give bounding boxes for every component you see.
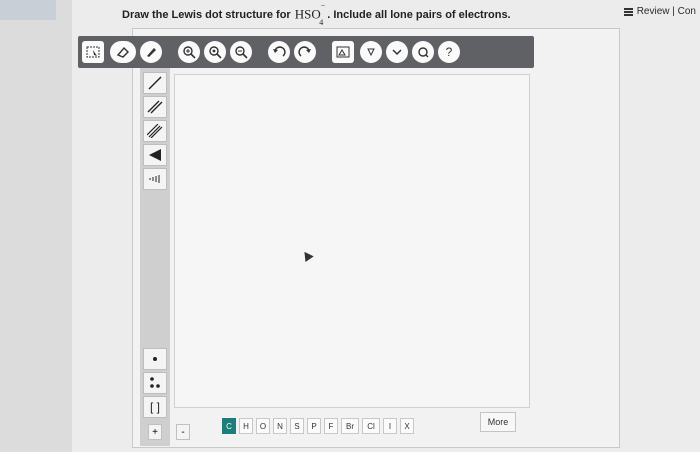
bracket-label: [ ] — [149, 400, 160, 414]
undo-icon[interactable] — [268, 41, 290, 63]
help-icon[interactable]: ? — [438, 41, 460, 63]
plus-label: + — [152, 426, 158, 438]
template-icon[interactable] — [332, 41, 354, 63]
formula-main: HSO — [294, 6, 321, 22]
triple-bond-icon[interactable] — [143, 120, 167, 142]
drawing-canvas[interactable] — [174, 74, 530, 408]
radical-icon[interactable] — [143, 348, 167, 370]
editor-toolbar: ? — [78, 36, 534, 68]
info-icon[interactable] — [360, 41, 382, 63]
formula-subscript: 4 — [319, 17, 324, 27]
atom-button-br[interactable]: Br — [341, 418, 359, 434]
redo-icon[interactable] — [294, 41, 316, 63]
zoom-fit-icon[interactable] — [178, 41, 200, 63]
wedge-bond-icon[interactable] — [143, 144, 167, 166]
question-prefix: Draw the Lewis dot structure for — [122, 8, 291, 21]
atom-button-cl[interactable]: Cl — [362, 418, 380, 434]
zoom-out-icon[interactable] — [230, 41, 252, 63]
zoom-in-icon[interactable] — [204, 41, 226, 63]
minus-charge-button[interactable]: - — [176, 424, 190, 440]
header-patch — [0, 0, 56, 20]
atom-button-n[interactable]: N — [273, 418, 287, 434]
atom-button-s[interactable]: S — [290, 418, 304, 434]
list-icon — [623, 7, 633, 16]
atom-button-x[interactable]: X — [400, 418, 414, 434]
question-text: Draw the Lewis dot structure for HSO− 4 .… — [122, 1, 511, 27]
atom-button-h[interactable]: H — [239, 418, 253, 434]
hash-bond-icon[interactable] — [143, 168, 167, 190]
question-suffix: . Include all lone pairs of electrons. — [327, 8, 511, 21]
minus-label: - — [181, 426, 185, 438]
review-label: Review | Con — [636, 6, 696, 17]
select-icon[interactable] — [82, 41, 104, 63]
eraser-icon[interactable] — [110, 41, 136, 63]
help-glyph: ? — [445, 45, 453, 59]
pencil-icon[interactable] — [140, 41, 162, 63]
lone-pair-icon[interactable] — [143, 372, 167, 394]
formula-charge: − — [320, 1, 326, 10]
clean-icon[interactable] — [412, 41, 434, 63]
atom-button-i[interactable]: I — [383, 418, 397, 434]
atom-button-o[interactable]: O — [256, 418, 270, 434]
dropdown-icon[interactable] — [386, 41, 408, 63]
atom-button-f[interactable]: F — [324, 418, 338, 434]
more-button[interactable]: More — [480, 412, 516, 432]
atom-button-p[interactable]: P — [307, 418, 321, 434]
bond-toolbar: [ ] — [140, 68, 170, 446]
atom-bar: C H O N S P F Br Cl I X — [222, 418, 414, 434]
atom-button-c[interactable]: C — [222, 418, 236, 434]
formula: HSO− 4 — [294, 1, 326, 27]
bracket-button[interactable]: [ ] — [143, 396, 167, 418]
plus-charge-button[interactable]: + — [148, 424, 162, 440]
single-bond-icon[interactable] — [143, 72, 167, 94]
review-link[interactable]: Review | Con — [623, 6, 696, 17]
left-margin — [0, 0, 72, 452]
double-bond-icon[interactable] — [143, 96, 167, 118]
